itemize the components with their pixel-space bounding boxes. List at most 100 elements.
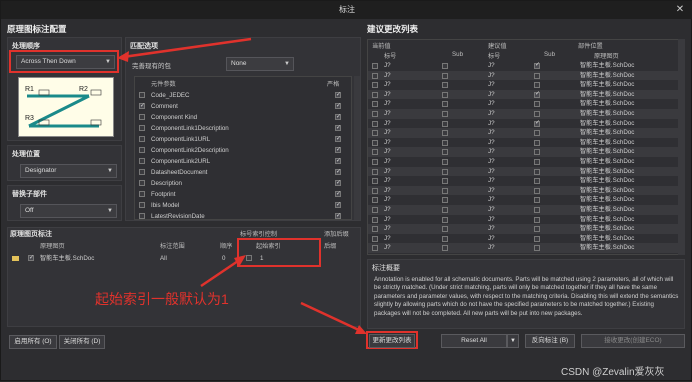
change-checkbox[interactable] — [372, 216, 378, 223]
sub-checkbox[interactable] — [442, 245, 448, 252]
change-row[interactable]: J? J? 智能车主板.SchDoc — [368, 166, 678, 177]
change-row[interactable]: J? J? 智能车主板.SchDoc — [368, 243, 678, 253]
change-row[interactable]: J? J? 智能车主板.SchDoc — [368, 157, 678, 167]
sub2-checkbox[interactable] — [534, 187, 540, 194]
col-proposed: 建议值 — [488, 43, 507, 50]
sub2-checkbox[interactable] — [534, 235, 540, 242]
sub-checkbox[interactable] — [442, 120, 448, 127]
change-checkbox[interactable] — [372, 178, 378, 185]
sub2-checkbox[interactable] — [534, 101, 540, 108]
change-row[interactable]: J? J? 智能车主板.SchDoc — [368, 205, 678, 215]
sub-checkbox[interactable] — [442, 72, 448, 79]
sub-checkbox[interactable] — [442, 216, 448, 223]
change-checkbox[interactable] — [372, 207, 378, 213]
sub2-checkbox[interactable] — [534, 149, 540, 156]
sub2-checkbox[interactable] — [534, 90, 540, 99]
change-row[interactable]: J? J? 智能车主板.SchDoc — [368, 70, 678, 81]
change-checkbox[interactable] — [372, 101, 378, 108]
change-row[interactable]: J? J? 智能车主板.SchDoc — [368, 109, 678, 119]
change-row[interactable]: J? J? 智能车主板.SchDoc — [368, 99, 678, 109]
proposed-designator: J? — [488, 119, 495, 127]
change-row[interactable]: J? J? 智能车主板.SchDoc — [368, 185, 678, 196]
sub2-checkbox[interactable] — [534, 72, 540, 79]
back-annotate-button[interactable]: 反向标注 (B) — [525, 334, 575, 348]
sub-checkbox[interactable] — [442, 226, 448, 233]
enable-all-button[interactable]: 启用所有 (O) — [9, 335, 57, 349]
change-checkbox[interactable] — [372, 63, 378, 69]
sub-checkbox[interactable] — [442, 130, 448, 137]
change-checkbox[interactable] — [372, 149, 378, 156]
change-row[interactable]: J? J? 智能车主板.SchDoc — [368, 119, 678, 128]
change-checkbox[interactable] — [372, 82, 378, 89]
sub-checkbox[interactable] — [442, 149, 448, 156]
sub-checkbox[interactable] — [442, 168, 448, 175]
change-row[interactable]: J? J? 智能车主板.SchDoc — [368, 176, 678, 186]
sub2-checkbox[interactable] — [534, 226, 540, 233]
proposed-designator: J? — [488, 110, 495, 117]
sub2-checkbox[interactable] — [534, 207, 540, 213]
change-checkbox[interactable] — [372, 91, 378, 98]
sub2-checkbox[interactable] — [534, 130, 540, 137]
sub-checkbox[interactable] — [442, 82, 448, 89]
close-all-button[interactable]: 关闭所有 (D) — [59, 335, 105, 349]
change-row[interactable]: J? J? 智能车主板.SchDoc — [368, 215, 678, 225]
sub2-checkbox[interactable] — [534, 216, 540, 223]
sub2-checkbox[interactable] — [534, 82, 540, 89]
change-checkbox[interactable] — [372, 120, 378, 127]
change-sheet: 智能车主板.SchDoc — [580, 234, 635, 242]
current-designator: J? — [384, 234, 391, 242]
change-checkbox[interactable] — [372, 72, 378, 79]
sub2-checkbox[interactable] — [534, 168, 540, 175]
sub-checkbox[interactable] — [442, 178, 448, 185]
accept-changes-button[interactable]: 接收更改(创建ECO) — [581, 334, 685, 348]
sub-checkbox[interactable] — [442, 187, 448, 194]
change-row[interactable]: J? J? 智能车主板.SchDoc — [368, 138, 678, 148]
change-row[interactable]: J? J? 智能车主板.SchDoc — [368, 224, 678, 234]
sub-checkbox[interactable] — [442, 197, 448, 204]
reset-dropdown[interactable]: ▼ — [507, 334, 519, 348]
change-row[interactable]: J? J? 智能车主板.SchDoc — [368, 128, 678, 138]
sub2-checkbox[interactable] — [534, 159, 540, 165]
sub2-checkbox[interactable] — [534, 245, 540, 252]
sub-checkbox[interactable] — [442, 159, 448, 165]
sub-checkbox[interactable] — [442, 111, 448, 117]
sub2-checkbox[interactable] — [534, 178, 540, 185]
reset-all-button[interactable]: Reset All — [441, 334, 507, 348]
change-row[interactable]: J? J? 智能车主板.SchDoc — [368, 61, 678, 71]
change-sheet: 智能车主板.SchDoc — [580, 215, 635, 223]
change-checkbox[interactable] — [372, 226, 378, 233]
change-row[interactable]: J? J? 智能车主板.SchDoc — [368, 147, 678, 157]
change-checkbox[interactable] — [372, 139, 378, 146]
change-checkbox[interactable] — [372, 111, 378, 117]
sub2-checkbox[interactable] — [534, 119, 540, 128]
sub-checkbox[interactable] — [442, 235, 448, 242]
sub-checkbox[interactable] — [442, 91, 448, 98]
change-row[interactable]: J? J? 智能车主板.SchDoc — [368, 80, 678, 90]
change-checkbox[interactable] — [372, 159, 378, 165]
sub-checkbox[interactable] — [442, 139, 448, 146]
sub2-checkbox[interactable] — [534, 139, 540, 146]
sub-checkbox[interactable] — [442, 207, 448, 213]
proposed-designator: J? — [488, 100, 495, 108]
sub2-checkbox[interactable] — [534, 61, 540, 71]
current-designator: J? — [384, 225, 391, 233]
update-changes-button[interactable]: 更新更改列表 — [369, 334, 415, 348]
changes-scrollbar[interactable] — [678, 39, 685, 255]
proposed-designator: J? — [488, 158, 495, 165]
change-checkbox[interactable] — [372, 130, 378, 137]
change-row[interactable]: J? J? 智能车主板.SchDoc — [368, 195, 678, 205]
sub2-checkbox[interactable] — [534, 197, 540, 204]
change-row[interactable]: J? J? 智能车主板.SchDoc — [368, 89, 678, 100]
change-checkbox[interactable] — [372, 187, 378, 194]
change-checkbox[interactable] — [372, 235, 378, 242]
proposed-designator: J? — [488, 81, 495, 89]
current-designator: J? — [384, 196, 391, 204]
current-designator: J? — [384, 110, 391, 117]
change-row[interactable]: J? J? 智能车主板.SchDoc — [368, 234, 678, 244]
sub-checkbox[interactable] — [442, 63, 448, 69]
change-checkbox[interactable] — [372, 168, 378, 175]
change-checkbox[interactable] — [372, 197, 378, 204]
sub-checkbox[interactable] — [442, 101, 448, 108]
sub2-checkbox[interactable] — [534, 111, 540, 117]
change-checkbox[interactable] — [372, 245, 378, 252]
